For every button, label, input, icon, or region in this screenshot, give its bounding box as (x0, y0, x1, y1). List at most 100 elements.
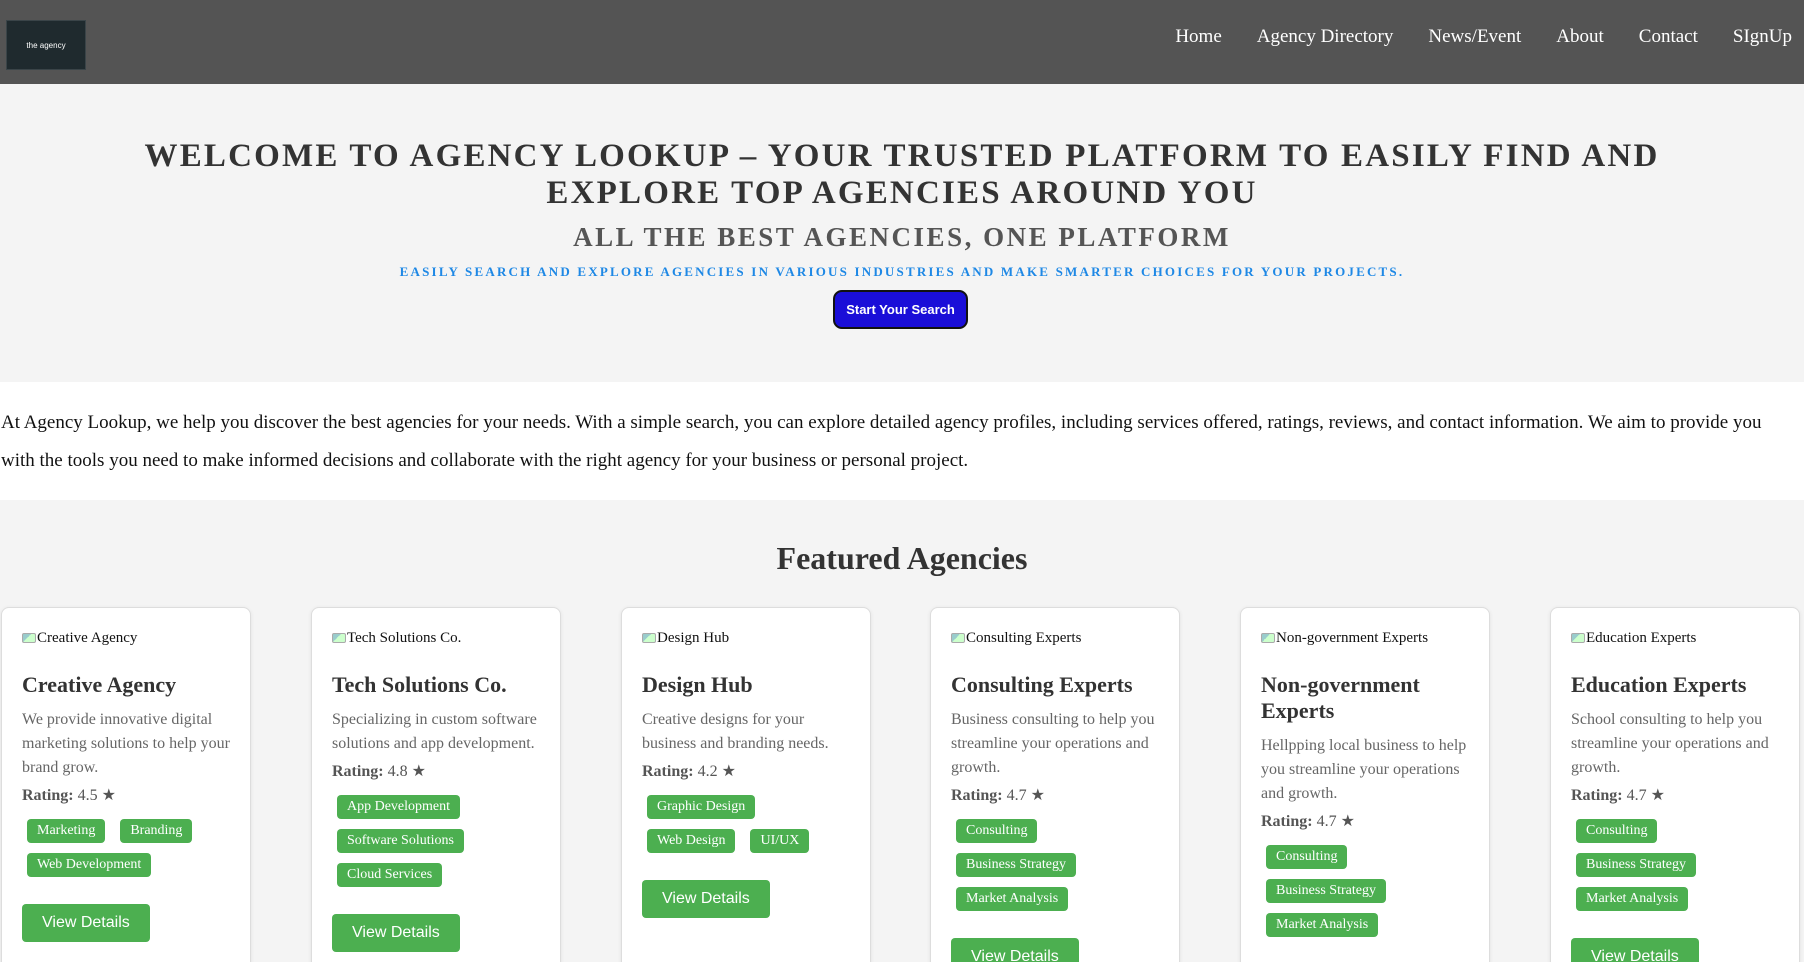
agency-rating: Rating: 4.7 ★ (1571, 784, 1779, 808)
agency-card-tech-solutions: Tech Solutions Co. Tech Solutions Co. Sp… (311, 607, 561, 962)
intro-text: At Agency Lookup, we help you discover t… (1, 412, 1762, 471)
agency-description: Creative designs for your business and b… (642, 711, 829, 752)
agency-image-alt: Non-government Experts (1276, 630, 1429, 646)
agency-rating: Rating: 4.2 ★ (642, 760, 850, 784)
agency-name: Creative Agency (22, 672, 177, 697)
agency-image: Creative Agency (22, 628, 152, 648)
agency-rating: Rating: 4.7 ★ (1261, 810, 1469, 834)
agency-card-non-government-experts: Non-government Experts Non-government Ex… (1240, 607, 1490, 962)
agency-name: Tech Solutions Co. (332, 672, 507, 697)
broken-image-icon (642, 633, 656, 643)
tag: Market Analysis (956, 887, 1069, 911)
tag: Market Analysis (1266, 913, 1379, 937)
agency-description: School consulting to help you streamline… (1571, 711, 1769, 776)
rating-label: Rating: (951, 787, 1003, 804)
view-details-button[interactable]: View Details (22, 904, 150, 942)
tag: Market Analysis (1576, 887, 1689, 911)
tag: Web Design (647, 829, 736, 853)
rating-label: Rating: (1261, 813, 1313, 830)
agency-rating: Rating: 4.7 ★ (951, 784, 1159, 808)
broken-image-icon (22, 633, 36, 643)
hero-tagline: Easily search and explore agencies in va… (399, 264, 1405, 279)
agency-name: Consulting Experts (951, 672, 1133, 697)
nav-agency-directory[interactable]: Agency Directory (1257, 26, 1394, 48)
nav-home[interactable]: Home (1175, 26, 1221, 48)
main-nav: Home Agency Directory News/Event About C… (1175, 26, 1792, 48)
tag: Graphic Design (647, 795, 756, 819)
agency-rating: Rating: 4.5 ★ (22, 784, 230, 808)
view-details-button[interactable]: View Details (332, 914, 460, 952)
agency-tags: App Development Software Solutions Cloud… (332, 790, 540, 892)
view-details-button[interactable]: View Details (951, 938, 1079, 962)
view-details-button[interactable]: View Details (1571, 938, 1699, 962)
nav-about[interactable]: About (1556, 26, 1604, 48)
featured-heading: Featured Agencies (776, 540, 1028, 576)
agency-tags: Graphic Design Web Design UI/UX (642, 790, 850, 858)
tag: Cloud Services (337, 863, 443, 887)
agency-tags: Consulting Business Strategy Market Anal… (1261, 840, 1469, 942)
tag: Business Strategy (1576, 853, 1696, 877)
featured-agencies-section: Featured Agencies Creative Agency Creati… (0, 500, 1804, 962)
top-navbar: the agency Home Agency Directory News/Ev… (0, 0, 1804, 84)
agency-rating: Rating: 4.8 ★ (332, 760, 540, 784)
rating-value: 4.2 ★ (697, 763, 736, 780)
nav-news-event[interactable]: News/Event (1428, 26, 1521, 48)
agency-image: Tech Solutions Co. (332, 628, 462, 648)
agency-tags: Consulting Business Strategy Market Anal… (951, 814, 1159, 916)
agency-image: Consulting Experts (951, 628, 1081, 648)
rating-value: 4.7 ★ (1316, 813, 1355, 830)
agency-card-consulting-experts: Consulting Experts Consulting Experts Bu… (930, 607, 1180, 962)
agency-description: Specializing in custom software solution… (332, 711, 537, 752)
start-search-button[interactable]: Start Your Search (833, 290, 968, 329)
agency-description: Business consulting to help you streamli… (951, 711, 1155, 776)
agency-image: Non-government Experts (1261, 628, 1437, 648)
broken-image-icon (951, 633, 965, 643)
hero-title: Welcome to Agency Lookup – Your Trusted … (144, 138, 1660, 211)
tag: Consulting (1576, 819, 1658, 843)
agency-card-education-experts: Education Experts Education Experts Scho… (1550, 607, 1800, 962)
broken-image-icon (332, 633, 346, 643)
rating-label: Rating: (332, 763, 384, 780)
agency-description: We provide innovative digital marketing … (22, 711, 230, 776)
logo[interactable]: the agency (6, 20, 86, 70)
rating-label: Rating: (1571, 787, 1623, 804)
tag: UI/UX (750, 829, 810, 853)
agency-tags: Consulting Business Strategy Market Anal… (1571, 814, 1779, 916)
agency-image-alt: Design Hub (657, 630, 730, 646)
hero-section: Welcome to Agency Lookup – Your Trusted … (0, 84, 1804, 382)
agency-name: Education Experts (1571, 672, 1747, 697)
agency-image-alt: Education Experts (1586, 630, 1697, 646)
rating-value: 4.7 ★ (1006, 787, 1045, 804)
tag: Consulting (1266, 845, 1348, 869)
agency-image-alt: Tech Solutions Co. (347, 630, 462, 646)
tag: Web Development (27, 853, 152, 877)
tag: Consulting (956, 819, 1038, 843)
view-details-button[interactable]: View Details (642, 880, 770, 918)
tag: Business Strategy (1266, 879, 1386, 903)
broken-image-icon (1261, 633, 1275, 643)
agency-image-alt: Creative Agency (37, 630, 138, 646)
tag: Marketing (27, 819, 106, 843)
tag: App Development (337, 795, 461, 819)
tag: Branding (120, 819, 193, 843)
hero-subtitle: All the Best Agencies, One Platform (573, 222, 1231, 252)
rating-value: 4.7 ★ (1626, 787, 1665, 804)
intro-section: At Agency Lookup, we help you discover t… (0, 382, 1804, 500)
rating-value: 4.5 ★ (77, 787, 116, 804)
tag: Software Solutions (337, 829, 464, 853)
agency-image: Education Experts (1571, 628, 1701, 648)
rating-label: Rating: (642, 763, 694, 780)
rating-value: 4.8 ★ (387, 763, 426, 780)
agency-image: Design Hub (642, 628, 772, 648)
tag: Business Strategy (956, 853, 1076, 877)
agency-name: Design Hub (642, 672, 753, 697)
agency-name: Non-government Experts (1261, 672, 1420, 723)
nav-signup[interactable]: SIgnUp (1733, 26, 1792, 48)
agency-description: Hellpping local business to help you str… (1261, 737, 1467, 802)
nav-contact[interactable]: Contact (1639, 26, 1698, 48)
agency-card-creative-agency: Creative Agency Creative Agency We provi… (1, 607, 251, 962)
broken-image-icon (1571, 633, 1585, 643)
agency-image-alt: Consulting Experts (966, 630, 1081, 646)
rating-label: Rating: (22, 787, 74, 804)
agency-card-design-hub: Design Hub Design Hub Creative designs f… (621, 607, 871, 962)
